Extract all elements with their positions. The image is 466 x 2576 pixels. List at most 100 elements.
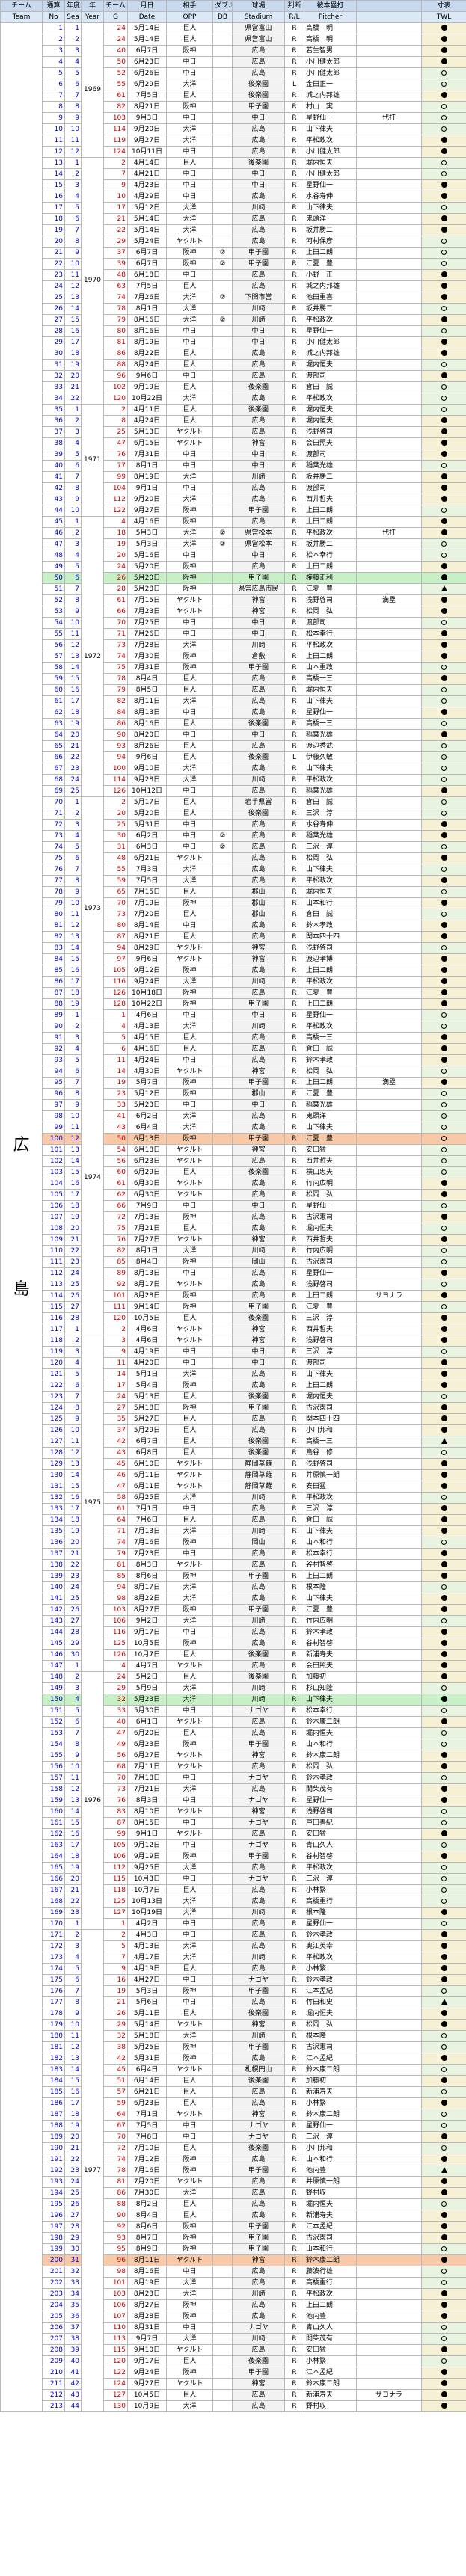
note bbox=[356, 1604, 422, 1616]
career-number: 108 bbox=[42, 1223, 65, 1235]
table-row: 211 42 124 9月27日 ヤクルト 神宮 R 鈴木康二朗 bbox=[1, 2378, 466, 2390]
doubleheader bbox=[212, 2277, 233, 2289]
game-number: 114 bbox=[103, 774, 128, 786]
loss-circle-icon bbox=[441, 1113, 447, 1119]
note bbox=[356, 785, 422, 797]
note bbox=[356, 606, 422, 618]
game-date: 8月9日 bbox=[127, 2243, 167, 2255]
stadium: 中日 bbox=[232, 449, 285, 461]
game-number: 4 bbox=[103, 516, 128, 528]
pitcher-name: 山下律夫 bbox=[304, 1122, 357, 1134]
pitcher-hand: R bbox=[284, 415, 304, 427]
game-date: 6月29日 bbox=[127, 79, 167, 90]
game-number: 70 bbox=[103, 2131, 128, 2143]
doubleheader bbox=[212, 2120, 233, 2132]
season-number: 11 bbox=[64, 1122, 82, 1134]
season-number: 18 bbox=[64, 348, 82, 360]
season-number: 22 bbox=[64, 1559, 82, 1571]
result-mark bbox=[421, 1716, 466, 1728]
column-header bbox=[356, 11, 422, 23]
doubleheader bbox=[212, 1537, 233, 1549]
table-row: 139 23 85 8月6日 阪神 甲子園 R 上田二朗 bbox=[1, 1570, 466, 1582]
note bbox=[356, 1144, 422, 1156]
stadium: 広島 bbox=[232, 123, 285, 135]
table-row: 163 17 105 9月12日 中日 ナゴヤ R 青山久人 bbox=[1, 1839, 466, 1851]
loss-circle-icon bbox=[441, 754, 447, 760]
stadium: 広島 bbox=[232, 1581, 285, 1593]
note bbox=[356, 168, 422, 180]
note bbox=[356, 1054, 422, 1066]
game-number: 60 bbox=[103, 1166, 128, 1178]
loss-circle-icon bbox=[441, 70, 447, 76]
note bbox=[356, 561, 422, 573]
game-number: 61 bbox=[103, 1503, 128, 1515]
season-number: 11 bbox=[64, 909, 82, 920]
stadium: 広島 bbox=[232, 684, 285, 696]
opponent: 巨人 bbox=[166, 2075, 213, 2087]
stadium: 広島 bbox=[232, 393, 285, 405]
season-number: 14 bbox=[64, 1469, 82, 1481]
pitcher-hand: R bbox=[284, 1918, 304, 1930]
stadium: 川崎 bbox=[232, 976, 285, 988]
game-number: 30 bbox=[103, 830, 128, 842]
win-dot-icon bbox=[441, 1415, 447, 1421]
season-number: 43 bbox=[64, 2389, 82, 2401]
pitcher-name: 高橋 明 bbox=[304, 22, 357, 34]
season-number: 10 bbox=[64, 258, 82, 270]
game-date: 8月24日 bbox=[127, 359, 167, 371]
pitcher-hand: R bbox=[284, 2041, 304, 2053]
pitcher-hand: R bbox=[284, 1054, 304, 1066]
career-number: 148 bbox=[42, 1671, 65, 1683]
result-mark bbox=[421, 1391, 466, 1403]
result-mark bbox=[421, 1368, 466, 1380]
table-row: 11 11 119 9月27日 大洋 広島 R 平松政次 bbox=[1, 135, 466, 147]
pitcher-hand: R bbox=[284, 1604, 304, 1616]
game-date: 4月11日 bbox=[127, 404, 167, 416]
win-dot-icon bbox=[441, 1213, 447, 1220]
doubleheader bbox=[212, 1638, 233, 1650]
game-number: 104 bbox=[103, 482, 128, 494]
season-number: 13 bbox=[64, 1795, 82, 1807]
game-date: 9月12日 bbox=[127, 1839, 167, 1851]
season-number: 18 bbox=[64, 987, 82, 999]
game-number: 82 bbox=[103, 1245, 128, 1257]
win-dot-icon bbox=[441, 2290, 447, 2296]
result-mark bbox=[421, 1424, 466, 1436]
loss-circle-icon bbox=[441, 765, 447, 771]
opponent: 巨人 bbox=[166, 751, 213, 763]
stadium: ナゴヤ bbox=[232, 1705, 285, 1717]
career-number: 125 bbox=[42, 1413, 65, 1425]
season-number: 4 bbox=[64, 56, 82, 68]
loss-circle-icon bbox=[441, 1741, 447, 1747]
pitcher-name: 小川邦和 bbox=[304, 1424, 357, 1436]
result-mark bbox=[421, 1066, 466, 1078]
career-number: 145 bbox=[42, 1638, 65, 1650]
result-mark bbox=[421, 460, 466, 472]
pitcher-name: 堀内恒夫 bbox=[304, 1727, 357, 1739]
note bbox=[356, 1739, 422, 1750]
game-number: 1 bbox=[103, 1918, 128, 1930]
pitcher-name: 鈴木康二朗 bbox=[304, 2109, 357, 2121]
pitcher-name: 山本和行 bbox=[304, 897, 357, 909]
game-number: 25 bbox=[103, 819, 128, 831]
career-number: 182 bbox=[42, 2053, 65, 2065]
game-date: 4月3日 bbox=[127, 1929, 167, 1941]
career-number: 41 bbox=[42, 471, 65, 483]
table-row: 156 10 68 7月11日 ヤクルト 広島 R 松岡 弘 bbox=[1, 1761, 466, 1773]
note bbox=[356, 1940, 422, 1952]
opponent: 中日 bbox=[166, 1503, 213, 1515]
pitcher-name: 青山久人 bbox=[304, 2322, 357, 2334]
game-date: 8月29日 bbox=[127, 942, 167, 954]
opponent: 阪神 bbox=[166, 258, 213, 270]
result-mark bbox=[421, 303, 466, 315]
stadium: 県営広島市民 bbox=[232, 583, 285, 595]
pitcher-name: 小川健太郎 bbox=[304, 56, 357, 68]
game-number: 99 bbox=[103, 471, 128, 483]
opponent: 巨人 bbox=[166, 2086, 213, 2098]
pitcher-name: 松岡 弘 bbox=[304, 1189, 357, 1201]
table-row: 131 15 47 6月11日 ヤクルト 静岡草薙 R 安田猛 bbox=[1, 1481, 466, 1493]
stadium: 川崎 bbox=[232, 1694, 285, 1706]
game-date: 4月24日 bbox=[127, 1054, 167, 1066]
column-header: 判断 bbox=[284, 0, 304, 12]
pitcher-name: 上田二朗 bbox=[304, 505, 357, 517]
